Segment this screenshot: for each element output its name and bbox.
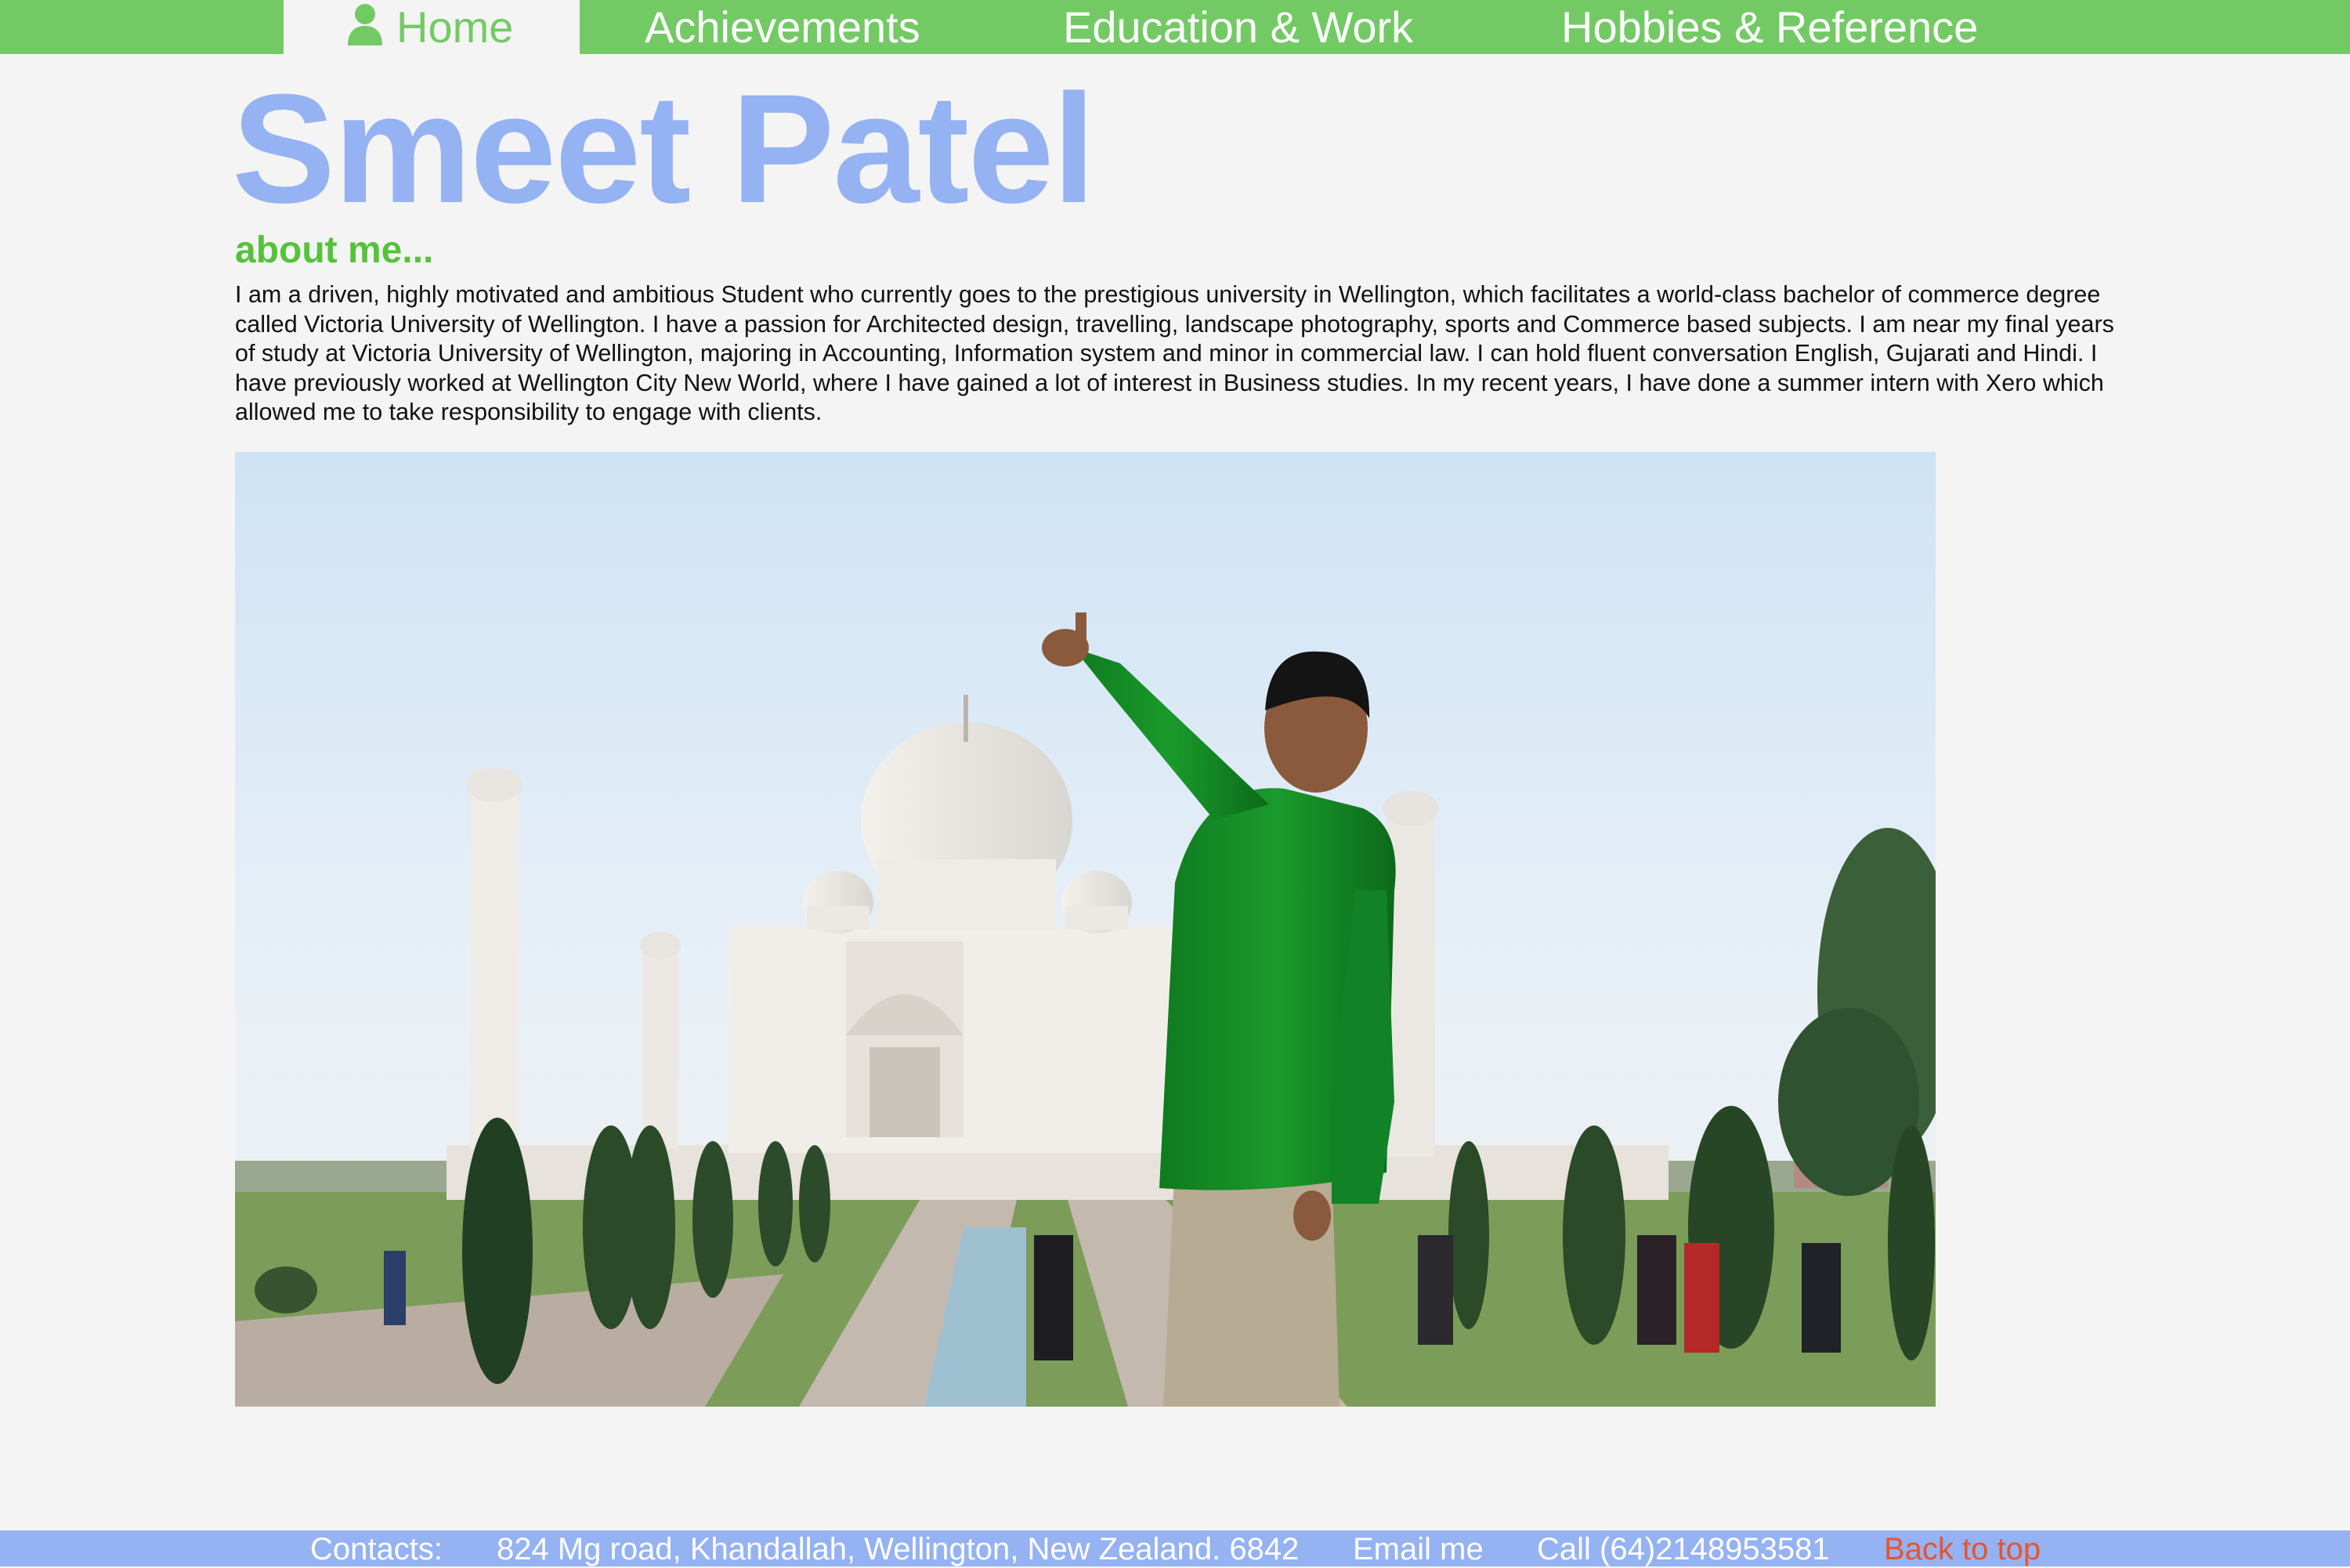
footer: Contacts: 824 Mg road, Khandallah, Welli… (0, 1530, 2350, 1566)
address-text: 824 Mg road, Khandallah, Wellington, New… (497, 1532, 1300, 1566)
contacts-label: Contacts: (310, 1532, 443, 1566)
top-nav: Home Achievements Education & Work Hobbi… (0, 0, 2350, 54)
nav-item-education-work[interactable]: Education & Work (1063, 0, 1413, 54)
about-paragraph: I am a driven, highly motivated and ambi… (235, 281, 2114, 425)
nav-label-home: Home (396, 2, 514, 52)
about-heading: about me... (235, 229, 434, 271)
back-to-top-link[interactable]: Back to top (1884, 1530, 2041, 1566)
page-title: Smeet Patel (232, 62, 1096, 235)
profile-photo (235, 452, 1936, 1407)
user-icon (346, 3, 384, 45)
call-link[interactable]: Call (64)2148953581 (1537, 1530, 1830, 1566)
nav-item-home[interactable]: Home (284, 0, 580, 54)
email-link[interactable]: Email me (1353, 1530, 1484, 1566)
nav-item-achievements[interactable]: Achievements (645, 0, 920, 54)
nav-item-hobbies-reference[interactable]: Hobbies & Reference (1561, 0, 1978, 54)
